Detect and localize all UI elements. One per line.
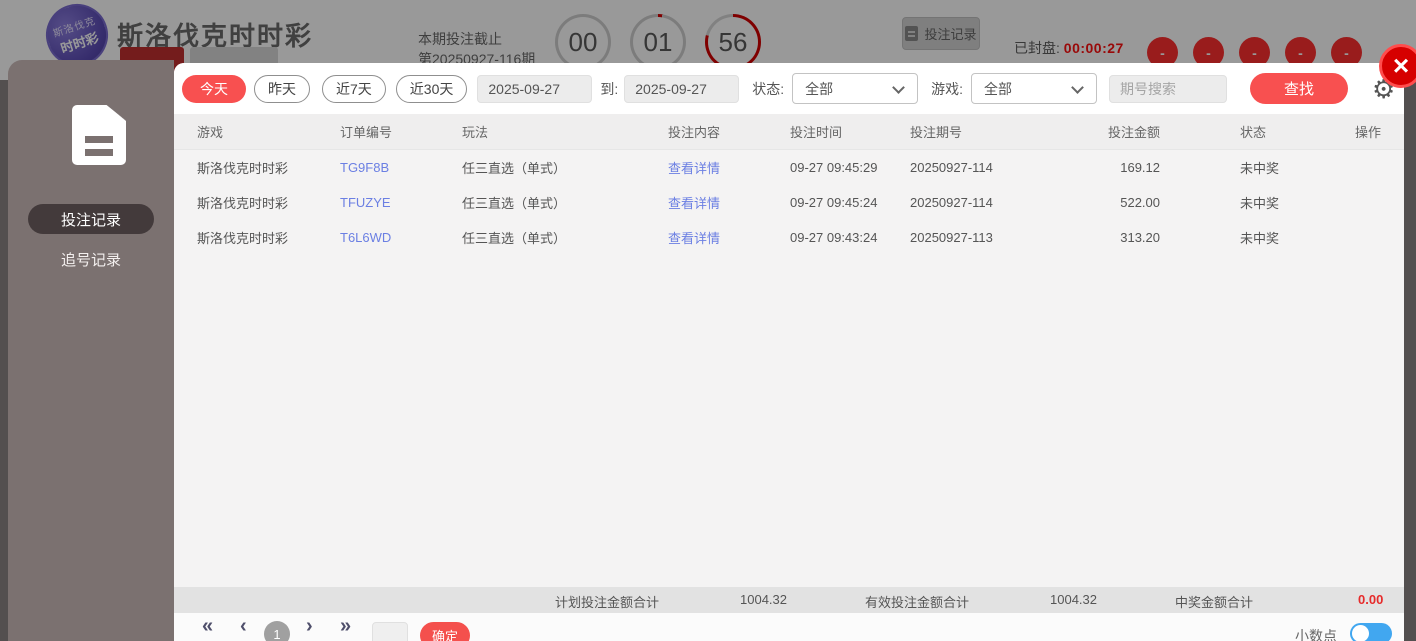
cell-status: 未中奖 xyxy=(1240,161,1280,176)
game-select[interactable]: 全部 xyxy=(971,73,1098,104)
toggle-knob xyxy=(1352,625,1369,641)
cell-amount: 169.12 xyxy=(1120,160,1160,175)
filter-7days-button[interactable]: 近7天 xyxy=(322,74,386,103)
document-fold xyxy=(107,105,126,121)
sidebar-item-bet-records[interactable]: 投注记录 xyxy=(28,204,154,234)
status-select[interactable]: 全部 xyxy=(792,73,919,104)
col-content: 投注内容 xyxy=(668,125,721,140)
win-total-label: 中奖金额合计 xyxy=(1175,595,1254,610)
col-game: 游戏 xyxy=(197,125,224,140)
records-sidebar: 投注记录 追号记录 xyxy=(8,60,174,641)
decimal-toggle[interactable] xyxy=(1350,623,1392,641)
first-page-icon[interactable]: « xyxy=(202,615,213,638)
table-row: 斯洛伐克时时彩 TFUZYE 任三直选（单式） 查看详情 09-27 09:45… xyxy=(174,185,1404,220)
valid-total-value: 1004.32 xyxy=(1050,592,1097,607)
cell-game: 斯洛伐克时时彩 xyxy=(197,161,289,176)
search-button[interactable]: 查找 xyxy=(1250,73,1349,104)
chevron-down-icon xyxy=(892,81,906,94)
cell-order-id-link[interactable]: T6L6WD xyxy=(340,230,462,245)
current-page-button[interactable]: 1 xyxy=(264,621,290,641)
game-select-value: 全部 xyxy=(984,80,1013,97)
table-header: 游戏 订单编号 玩法 投注内容 投注时间 投注期号 投注金额 状态 操作 xyxy=(174,114,1404,150)
status-select-value: 全部 xyxy=(805,80,834,97)
game-label: 游戏: xyxy=(931,80,964,97)
cell-period: 20250927-113 xyxy=(910,230,993,245)
col-time: 投注时间 xyxy=(790,125,843,140)
cell-status: 未中奖 xyxy=(1240,196,1280,211)
cell-period: 20250927-114 xyxy=(910,160,993,175)
cell-status: 未中奖 xyxy=(1240,231,1280,246)
col-amount: 投注金额 xyxy=(1107,125,1160,140)
col-order-id: 订单编号 xyxy=(340,125,393,140)
win-total-value: 0.00 xyxy=(1358,592,1384,607)
cell-time: 09-27 09:43:24 xyxy=(790,230,878,245)
totals-footer: 计划投注金额合计 1004.32 有效投注金额合计 1004.32 中奖金额合计… xyxy=(174,587,1404,613)
col-period: 投注期号 xyxy=(910,125,963,140)
view-details-link[interactable]: 查看详情 xyxy=(668,228,790,247)
decimal-point-label: 小数点 xyxy=(1295,628,1337,641)
page-confirm-button[interactable]: 确定 xyxy=(420,622,470,641)
date-to-label: 到: xyxy=(600,80,619,97)
bet-records-modal: 今天 昨天 近7天 近30天 到: 状态: 全部 游戏: 全部 查找 ⚙ 游戏 … xyxy=(174,63,1404,641)
filter-30days-button[interactable]: 近30天 xyxy=(395,74,468,103)
page-jump-input[interactable] xyxy=(372,622,408,641)
prev-page-icon[interactable]: ‹ xyxy=(240,615,247,638)
close-icon[interactable]: × xyxy=(1379,44,1416,88)
valid-total-label: 有效投注金额合计 xyxy=(865,595,970,610)
cell-time: 09-27 09:45:24 xyxy=(790,195,878,210)
view-details-link[interactable]: 查看详情 xyxy=(668,158,790,177)
cell-amount: 313.20 xyxy=(1120,230,1160,245)
filter-today-button[interactable]: 今天 xyxy=(182,74,246,103)
status-label: 状态: xyxy=(752,80,785,97)
filter-yesterday-button[interactable]: 昨天 xyxy=(254,74,310,103)
date-to-input[interactable] xyxy=(624,74,740,103)
cell-period: 20250927-114 xyxy=(910,195,993,210)
cell-game: 斯洛伐克时时彩 xyxy=(197,196,289,211)
chevron-down-icon xyxy=(1071,81,1084,94)
table-row: 斯洛伐克时时彩 T6L6WD 任三直选（单式） 查看详情 09-27 09:43… xyxy=(174,220,1404,255)
cell-play: 任三直选（单式） xyxy=(462,196,567,211)
sidebar-item-chase-records[interactable]: 追号记录 xyxy=(28,244,154,274)
cell-time: 09-27 09:45:29 xyxy=(790,160,878,175)
col-operation: 操作 xyxy=(1355,125,1382,140)
cell-play: 任三直选（单式） xyxy=(462,231,567,246)
table-row: 斯洛伐克时时彩 TG9F8B 任三直选（单式） 查看详情 09-27 09:45… xyxy=(174,150,1404,185)
pagination-bar: « ‹ 1 › » 确定 小数点 xyxy=(174,613,1404,641)
cell-order-id-link[interactable]: TFUZYE xyxy=(340,195,462,210)
plan-total-label: 计划投注金额合计 xyxy=(555,595,660,610)
cell-order-id-link[interactable]: TG9F8B xyxy=(340,160,462,175)
next-page-icon[interactable]: › xyxy=(306,615,313,638)
cell-amount: 522.00 xyxy=(1120,195,1160,210)
last-page-icon[interactable]: » xyxy=(340,615,351,638)
document-line xyxy=(85,149,113,156)
plan-total-value: 1004.32 xyxy=(740,592,787,607)
cell-play: 任三直选（单式） xyxy=(462,161,567,176)
period-search-input[interactable] xyxy=(1109,74,1228,103)
col-play: 玩法 xyxy=(462,125,489,140)
col-status: 状态 xyxy=(1240,125,1267,140)
filter-bar: 今天 昨天 近7天 近30天 到: 状态: 全部 游戏: 全部 查找 ⚙ xyxy=(174,63,1404,114)
document-icon xyxy=(72,105,126,165)
view-details-link[interactable]: 查看详情 xyxy=(668,193,790,212)
document-line xyxy=(85,136,113,143)
cell-game: 斯洛伐克时时彩 xyxy=(197,231,289,246)
date-from-input[interactable] xyxy=(477,74,593,103)
